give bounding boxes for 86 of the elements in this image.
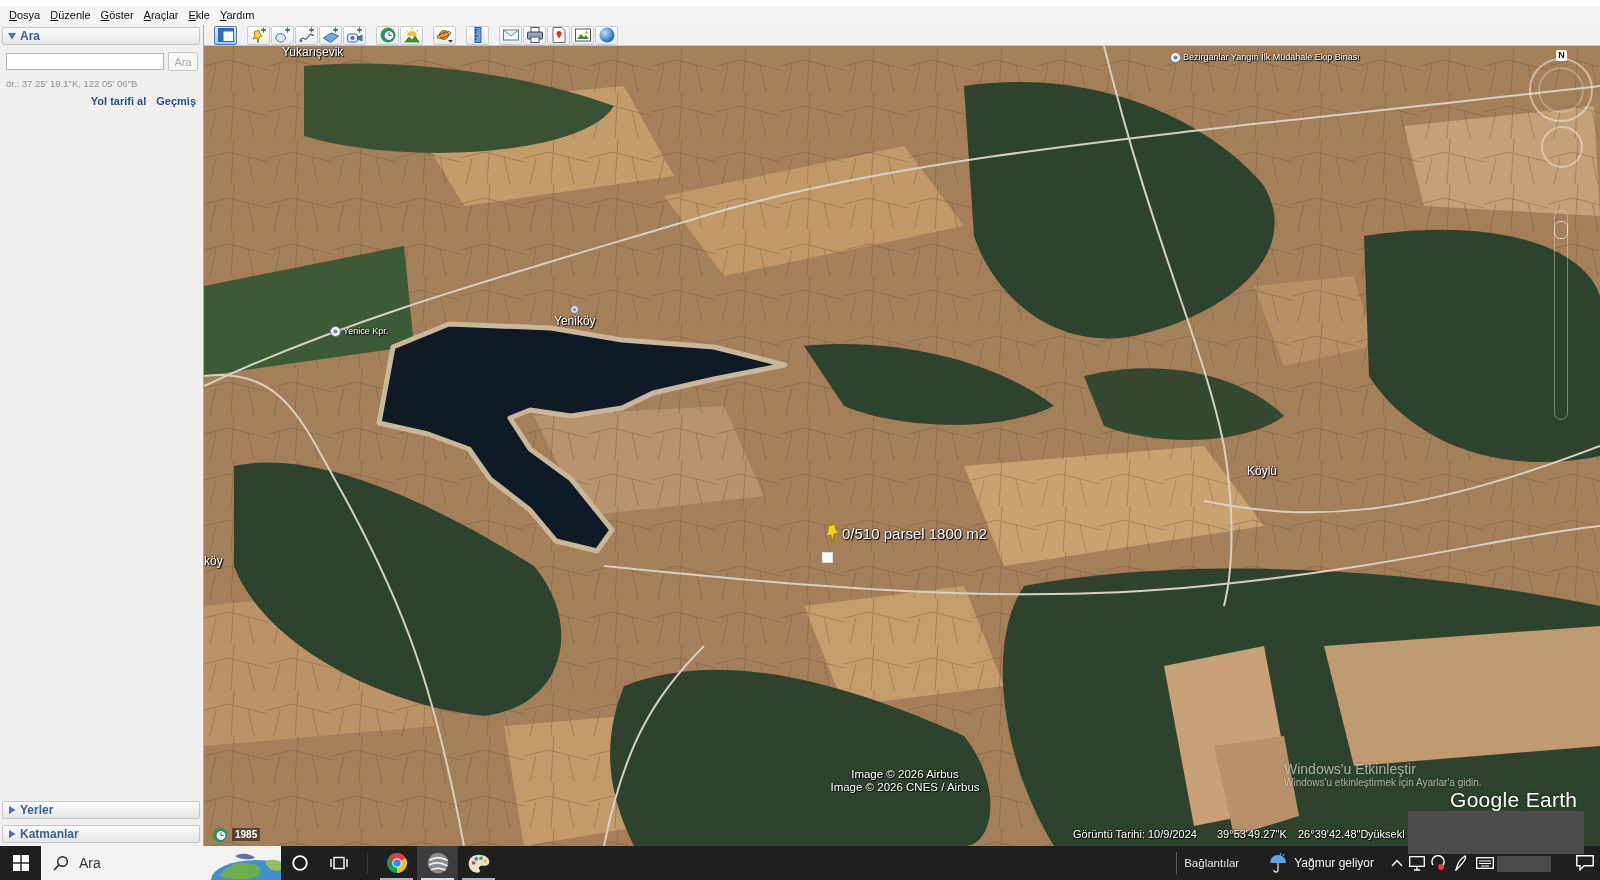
striped-sphere-icon [426,852,449,874]
picture-icon [574,27,591,43]
sidebar-link[interactable]: Geçmiş [156,95,196,107]
timeline-year-label: 1985 [232,828,261,841]
speech-bubble-icon [1576,855,1594,871]
monitor-icon [1409,855,1425,871]
sheet-plus-icon [322,27,339,43]
search-panel-header[interactable]: Ara [2,27,200,45]
email-button[interactable] [499,25,522,45]
planet-icon [436,27,453,43]
planet-switch-button[interactable] [433,25,456,45]
add-polygon-button[interactable] [271,25,294,45]
image-credit: Image © 2026 CNES / Airbus [830,781,980,795]
zoom-slider-thumb[interactable] [1554,220,1568,239]
windows-logo-icon [12,855,29,871]
place-label: Köylü [1247,465,1278,479]
touch-keyboard-button[interactable] [1473,855,1497,871]
weather-button[interactable]: Yağmur geliyor [1266,852,1377,874]
place-label: Bezirganlar Yangın İlk Müdahale Ekip Binası [1183,52,1360,63]
location-pin-icon [1170,52,1181,63]
image-overlay-button[interactable] [319,25,342,45]
pen-icon [1454,855,1468,871]
menu-item[interactable]: Düzenle [45,7,96,24]
location-pin-icon [330,326,341,337]
sidebar-link[interactable]: Yol tarifi al [90,95,147,107]
longitude-label: 26°39'42.48"D [1298,828,1369,840]
umbrella-icon [1269,853,1288,873]
print-button[interactable] [523,25,546,45]
record-tour-button[interactable] [343,25,366,45]
task-view-icon [330,855,348,871]
links-toolbar-label[interactable]: Bağlantılar [1184,857,1240,869]
taskbar-app-button[interactable] [417,846,458,880]
elevation-label: yüksekl [1368,828,1405,840]
pushpin-plus-icon [250,27,267,43]
show-in-maps-button[interactable] [547,25,570,45]
earth-view-button[interactable] [595,25,618,45]
history-clock-icon[interactable] [212,827,228,843]
sidebar-toggle-button[interactable] [214,25,237,45]
path-plus-icon [298,27,315,43]
square-marker-icon [822,552,833,563]
panel-header[interactable]: Yerler [2,801,200,819]
palette-icon [467,852,490,874]
imagery-date-label: Görüntü Tarihi: 10/9/2024 [1073,828,1197,840]
save-image-button[interactable] [571,25,594,45]
place-label: Yeniköy [554,315,596,329]
ruler-button[interactable] [466,25,489,45]
product-logo: Google Earth [1450,790,1578,810]
printer-icon [526,27,543,43]
image-credit: Image © 2026 Airbus [851,768,959,782]
search-icon[interactable] [41,846,79,880]
place-label: köy [204,555,223,569]
sidebar-panel-icon [217,27,234,43]
placemark-label: 0/510 parsel 1800 m2 [842,525,988,543]
latitude-label: 39°53'49.27"K [1217,828,1287,840]
north-label: N [1556,50,1567,61]
redaction-block [1497,856,1551,872]
place-label: Yukarışevik [282,46,344,60]
search-input[interactable] [6,53,164,70]
clock-icon [379,27,396,43]
sync-alert-icon [1430,855,1446,871]
menu-item[interactable]: Ekle [183,7,215,24]
menu-item[interactable]: Dosya [4,7,46,24]
polygon-plus-icon [274,27,291,43]
panel-header[interactable]: Katmanlar [2,825,200,843]
circle-icon [292,855,308,871]
village-pin-icon [570,305,580,314]
camera-plus-icon [346,27,363,43]
menu-item[interactable]: Yardım [214,7,260,24]
menu-item[interactable]: Göster [95,7,139,24]
menu-item[interactable]: Araçlar [138,7,184,24]
taskbar-search-field[interactable]: Ara [79,846,205,880]
globe-icon [598,27,615,43]
add-placemark-button[interactable] [247,25,270,45]
place-label: Yenice Kpr. [343,326,389,337]
coordinate-example-hint: ör.: 37 25' 19.1"K, 122 05' 06"B [6,78,138,89]
historical-imagery-button[interactable] [376,25,399,45]
map-pin-page-icon [550,27,567,43]
sunlight-button[interactable] [400,25,423,45]
keyboard-icon [1476,857,1494,869]
add-path-button[interactable] [295,25,318,45]
chevron-up-icon [1391,859,1403,867]
pushpin-icon [824,524,840,544]
envelope-icon [502,27,519,43]
chrome-logo-icon [386,853,407,873]
sunrise-icon [403,27,420,43]
network-button[interactable] [1407,855,1427,871]
